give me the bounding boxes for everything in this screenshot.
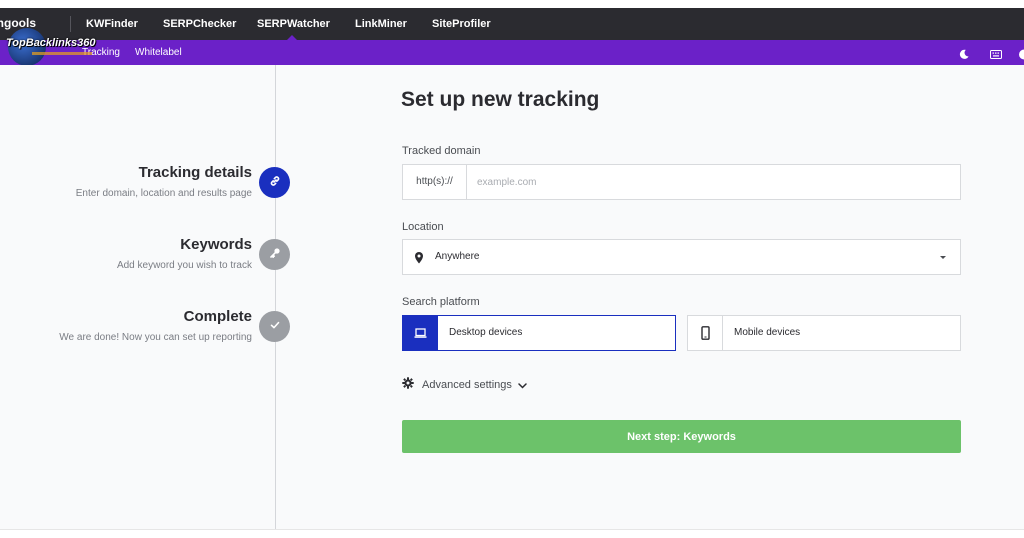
location-pin-icon [413, 251, 425, 265]
step-indicator-inactive [259, 239, 290, 270]
step-tracking-details: Tracking details Enter domain, location … [76, 164, 252, 199]
watermark-logo: TopBacklinks360 [2, 28, 102, 66]
step-complete: Complete We are done! Now you can set up… [59, 308, 252, 343]
top-navbar: Mangools KWFinder SERPChecker SERPWatche… [0, 8, 1024, 40]
page-title: Set up new tracking [401, 88, 600, 111]
location-label: Location [402, 221, 444, 233]
key-icon [269, 246, 281, 264]
advanced-settings-toggle[interactable]: Advanced settings [402, 377, 527, 393]
stepper-line [275, 65, 276, 529]
protocol-prefix: http(s):// [403, 165, 467, 199]
step-description: Enter domain, location and results page [75, 188, 252, 199]
laptop-icon [403, 316, 438, 350]
step-title: Keywords [180, 236, 252, 253]
subnav-whitelabel[interactable]: Whitelabel [135, 40, 182, 65]
platform-label: Desktop devices [449, 327, 523, 338]
watermark-text: TopBacklinks360 [6, 37, 96, 49]
desktop-devices-button[interactable]: Desktop devices [402, 315, 676, 351]
gear-icon [402, 376, 414, 394]
sub-navbar: Tracking Whitelabel [0, 40, 1024, 65]
location-value: Anywhere [435, 251, 480, 262]
mobile-devices-button[interactable]: Mobile devices [687, 315, 961, 351]
step-indicator-inactive [259, 311, 290, 342]
step-title: Tracking details [138, 164, 252, 181]
chevron-down-icon [940, 256, 946, 259]
domain-input[interactable] [467, 165, 960, 199]
location-select[interactable]: Anywhere [402, 239, 961, 275]
step-keywords: Keywords Add keyword you wish to track [117, 236, 252, 271]
link-icon [269, 174, 281, 192]
user-icon[interactable] [1018, 47, 1024, 60]
keyboard-icon[interactable] [990, 47, 1002, 59]
dark-mode-icon[interactable] [958, 47, 970, 59]
advanced-settings-label: Advanced settings [422, 379, 512, 391]
nav-linkminer[interactable]: LinkMiner [355, 8, 407, 40]
step-description: We are done! Now you can set up reportin… [59, 332, 252, 343]
phone-icon [688, 316, 723, 350]
next-step-button[interactable]: Next step: Keywords [402, 420, 961, 453]
bottom-divider [0, 529, 1024, 530]
nav-serpwatcher[interactable]: SERPWatcher [257, 8, 330, 40]
app-frame: Mangools KWFinder SERPChecker SERPWatche… [0, 0, 1024, 538]
chevron-down-icon [518, 376, 527, 394]
platform-label: Mobile devices [734, 327, 801, 338]
step-indicator-active [259, 167, 290, 198]
step-description: Add keyword you wish to track [116, 260, 252, 271]
step-title: Complete [183, 308, 252, 325]
tracked-domain-label: Tracked domain [402, 145, 481, 157]
main-content [0, 65, 1024, 529]
check-icon [269, 318, 281, 336]
tracked-domain-field: http(s):// [402, 164, 961, 200]
nav-siteprofiler[interactable]: SiteProfiler [432, 8, 491, 40]
nav-serpchecker[interactable]: SERPChecker [163, 8, 236, 40]
search-platform-label: Search platform [402, 296, 480, 308]
